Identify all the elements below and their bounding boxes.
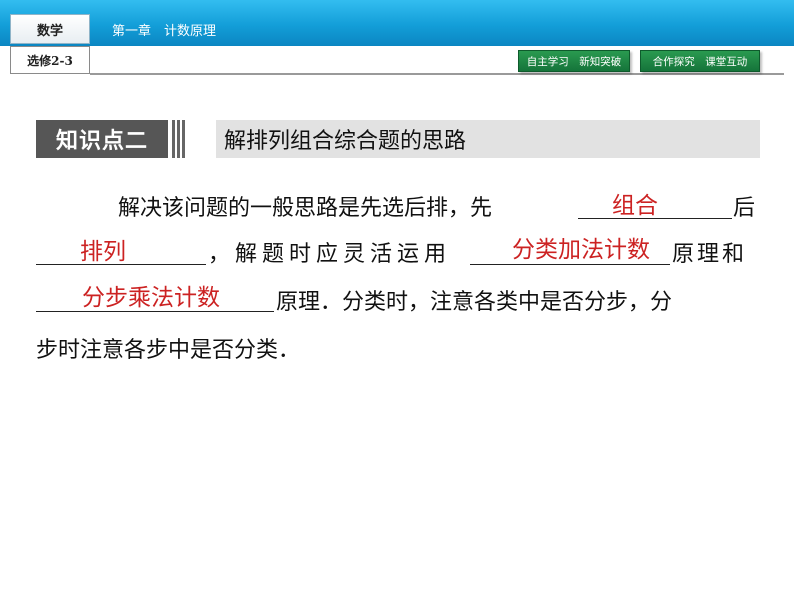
cooperative-inquiry-button[interactable]: 合作探究 课堂互动 [640, 50, 760, 72]
answer-4: 分步乘法计数 [82, 285, 220, 311]
answer-2: 排列 [80, 239, 126, 265]
chapter-title: 第一章 计数原理 [112, 24, 217, 39]
body-line2-after: 原理和 [672, 242, 748, 267]
body-line3-after: 原理．分类时，注意各类中是否分步，分 [276, 290, 673, 315]
knowledge-point-label: 知识点二 [36, 120, 168, 158]
subject-label: 数学 [10, 14, 90, 44]
answer-1: 组合 [612, 193, 658, 219]
self-study-button[interactable]: 自主学习 新知突破 [518, 50, 630, 72]
knowledge-point-title-box: 解排列组合综合题的思路 [216, 120, 760, 158]
header-divider [90, 73, 784, 75]
body-line2-mid: ，解题时应灵活运用 [208, 242, 452, 267]
body-line1-after: 后 [733, 196, 756, 221]
volume-label: 选修2-3 [10, 46, 90, 74]
answer-3: 分类加法计数 [512, 237, 650, 263]
body-line1-text: 解决该问题的一般思路是先选后排，先 [118, 196, 493, 221]
knowledge-point-title: 解排列组合综合题的思路 [224, 129, 467, 154]
divider-bars-icon [170, 120, 186, 158]
body-line4: 步时注意各步中是否分类． [36, 338, 301, 363]
